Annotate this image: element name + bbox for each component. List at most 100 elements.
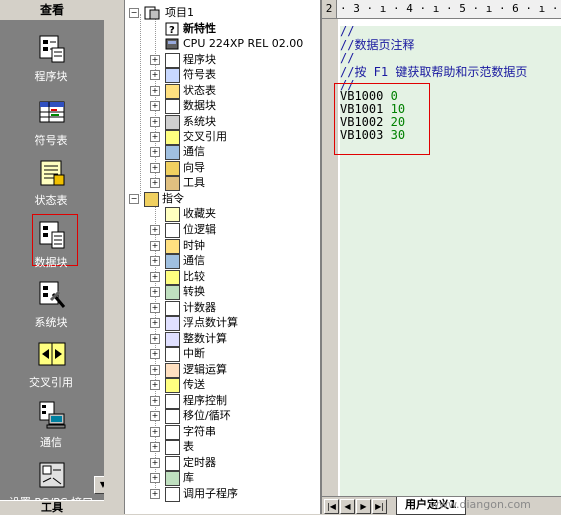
expand-icon[interactable]: +: [150, 364, 160, 375]
compare-icon: [165, 269, 180, 285]
wizard-icon: [165, 161, 180, 176]
tree-label: CPU 224XP REL 02.00: [183, 37, 304, 50]
logic-op-icon: [165, 362, 180, 378]
nav-label: 状态表: [34, 194, 68, 207]
expand-icon[interactable]: +: [150, 117, 160, 127]
expand-icon[interactable]: +: [150, 488, 160, 499]
tab-next-button[interactable]: ▶: [356, 499, 371, 514]
watermark: www.diangon.com: [430, 498, 531, 511]
column-ruler: 2 · 3 · ı · 4 · ı · 5 · ı · 6 · ı · 7 · …: [322, 0, 561, 19]
nav-tools-bar[interactable]: 工具: [0, 500, 104, 515]
expand-icon[interactable]: +: [150, 256, 160, 266]
expand-icon[interactable]: +: [150, 380, 160, 390]
expand-icon[interactable]: +: [150, 349, 160, 359]
tools-icon: [165, 176, 180, 191]
expand-icon[interactable]: +: [150, 240, 160, 251]
expand-icon[interactable]: +: [150, 225, 160, 235]
status-table-icon: [40, 160, 65, 186]
favorites-icon: [165, 207, 180, 222]
collapse-icon[interactable]: −: [129, 8, 139, 18]
expand-icon[interactable]: +: [150, 163, 160, 173]
data-block-editor: 2 · 3 · ı · 4 · ı · 5 · ı · 6 · ı · 7 · …: [322, 0, 561, 515]
tree-label: 转换: [183, 285, 205, 298]
expand-icon[interactable]: +: [150, 318, 160, 328]
tree-label: 计数器: [183, 300, 216, 314]
timer-icon: [165, 455, 180, 471]
call-subroutine-icon: [165, 486, 180, 502]
tree-label: 逻辑运算: [183, 362, 227, 376]
tree-label: 中断: [183, 347, 205, 360]
expand-icon[interactable]: +: [150, 473, 160, 483]
expand-icon[interactable]: +: [150, 333, 160, 344]
expand-icon[interactable]: +: [150, 287, 160, 297]
tab-prev-button[interactable]: ◀: [340, 499, 355, 514]
navigation-bar: 查看 程序块 符号表 状态表 数据块 系统块 交叉引用 通信 ▼ 工具: [0, 0, 112, 515]
nav-data-block[interactable]: 数据块: [2, 214, 100, 272]
expand-icon[interactable]: +: [150, 132, 160, 142]
tab-first-button[interactable]: |◀: [324, 499, 339, 514]
expand-icon[interactable]: +: [150, 178, 160, 188]
expand-icon[interactable]: +: [150, 86, 160, 96]
expand-icon[interactable]: +: [150, 395, 160, 406]
data-block-icon: [165, 99, 180, 114]
highlight-frame: [334, 83, 430, 155]
expand-icon[interactable]: +: [150, 147, 160, 157]
integer-math-icon: [165, 331, 180, 347]
tree-label: 程序块: [183, 53, 216, 66]
symbol-table-icon: [39, 101, 65, 123]
nav-program-block[interactable]: 程序块: [2, 28, 100, 86]
nav-cross-reference[interactable]: 交叉引用: [2, 334, 100, 392]
cross-reference-icon: [38, 342, 66, 366]
tab-last-button[interactable]: ▶|: [372, 499, 387, 514]
nav-system-block[interactable]: 系统块: [2, 274, 100, 332]
tree-label: 移位/循环: [183, 409, 231, 422]
ruler-marks: · 3 · ı · 4 · ı · 5 · ı · 6 · ı · 7 · ı …: [340, 2, 561, 15]
expand-icon[interactable]: +: [150, 457, 160, 468]
pgpc-interface-icon: [39, 462, 65, 488]
communication-icon: [165, 254, 180, 269]
tree-guide-line: [140, 14, 141, 196]
tab-bar: |◀ ◀ ▶ ▶| 用户定义1 www.diangon.com: [322, 496, 561, 515]
tree-label: 项目1: [165, 6, 194, 19]
expand-icon[interactable]: +: [150, 426, 160, 437]
nav-communication[interactable]: 通信: [2, 394, 100, 452]
tree-label: 新特性: [183, 22, 216, 35]
tree-label: 数据块: [183, 99, 216, 112]
panel-splitter[interactable]: [104, 0, 124, 514]
svg-text:?: ?: [169, 25, 175, 36]
nav-label: 通信: [40, 436, 62, 449]
float-math-icon: [165, 316, 180, 331]
system-block-icon: [165, 115, 180, 130]
expand-icon[interactable]: +: [150, 302, 160, 313]
tree-label: 程序控制: [183, 393, 227, 407]
tree-label: 指令: [162, 192, 184, 205]
tree-label: 调用子程序: [183, 486, 238, 500]
nav-status-table[interactable]: 状态表: [2, 152, 100, 210]
expand-icon[interactable]: +: [150, 411, 160, 421]
expand-icon[interactable]: +: [150, 271, 160, 282]
expand-icon[interactable]: +: [150, 101, 160, 111]
tree-label: 字符串: [183, 424, 216, 438]
tree-label: 传送: [183, 378, 205, 391]
collapse-icon[interactable]: −: [129, 194, 139, 204]
expand-icon[interactable]: +: [150, 70, 160, 80]
tree-label: 定时器: [183, 455, 216, 469]
expand-icon[interactable]: +: [150, 442, 160, 452]
library-icon: [165, 471, 180, 486]
nav-symbol-table[interactable]: 符号表: [2, 92, 100, 150]
table-icon: [165, 440, 180, 455]
bit-logic-icon: [165, 223, 180, 238]
nav-label: 系统块: [34, 316, 68, 329]
expand-icon[interactable]: +: [150, 55, 160, 65]
nav-label: 交叉引用: [29, 376, 73, 389]
tree-label: 通信: [183, 254, 205, 267]
tree-label: 位逻辑: [183, 223, 216, 236]
comment-line: //: [340, 51, 355, 65]
counter-icon: [165, 300, 180, 316]
tree-label: 整数计算: [183, 331, 227, 345]
tree-label: 库: [183, 471, 194, 484]
ruler-start: 2: [322, 0, 337, 18]
program-block-icon: [165, 53, 180, 68]
move-icon: [165, 378, 180, 393]
instructions-folder-icon: [144, 192, 159, 207]
